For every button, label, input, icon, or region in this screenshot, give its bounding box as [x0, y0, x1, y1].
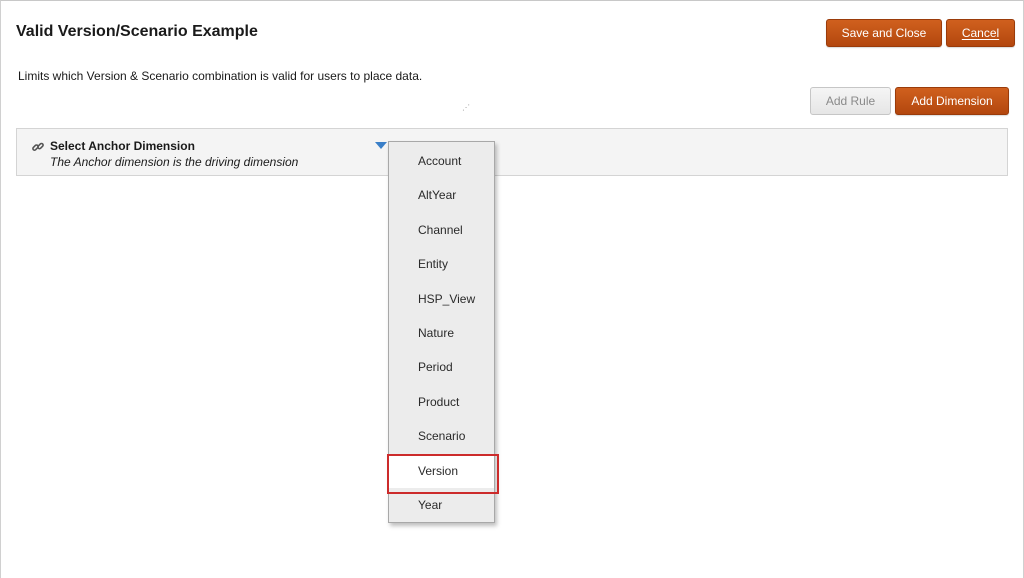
- dropdown-item-hsp-view[interactable]: HSP_View: [389, 282, 494, 316]
- dropdown-item-account[interactable]: Account: [389, 144, 494, 178]
- dropdown-item-entity[interactable]: Entity: [389, 247, 494, 281]
- resize-grip-icon[interactable]: ⋰: [462, 104, 470, 112]
- link-icon: [32, 142, 44, 151]
- dimension-dropdown-menu: Account AltYear Channel Entity HSP_View …: [387, 141, 499, 523]
- save-and-close-button[interactable]: Save and Close: [826, 19, 942, 47]
- anchor-subtitle: The Anchor dimension is the driving dime…: [50, 155, 299, 169]
- dropdown-item-period[interactable]: Period: [389, 350, 494, 384]
- dialog: Valid Version/Scenario Example Save and …: [0, 0, 1024, 578]
- dropdown-item-altyear[interactable]: AltYear: [389, 178, 494, 212]
- dropdown-item-product[interactable]: Product: [389, 385, 494, 419]
- dropdown-item-year[interactable]: Year: [389, 488, 494, 522]
- page-title: Valid Version/Scenario Example: [16, 23, 258, 40]
- dropdown-item-version[interactable]: Version: [387, 454, 499, 494]
- add-rule-button[interactable]: Add Rule: [810, 87, 891, 115]
- anchor-dimension-panel: Select Anchor Dimension The Anchor dimen…: [16, 128, 1008, 176]
- description-text: Limits which Version & Scenario combinat…: [18, 69, 423, 83]
- dropdown-item-scenario[interactable]: Scenario: [389, 419, 494, 453]
- anchor-title: Select Anchor Dimension: [50, 139, 195, 153]
- dropdown-item-nature[interactable]: Nature: [389, 316, 494, 350]
- dropdown-item-channel[interactable]: Channel: [389, 213, 494, 247]
- cancel-button[interactable]: Cancel: [946, 19, 1015, 47]
- chevron-down-icon[interactable]: [375, 142, 387, 149]
- add-dimension-button[interactable]: Add Dimension: [895, 87, 1009, 115]
